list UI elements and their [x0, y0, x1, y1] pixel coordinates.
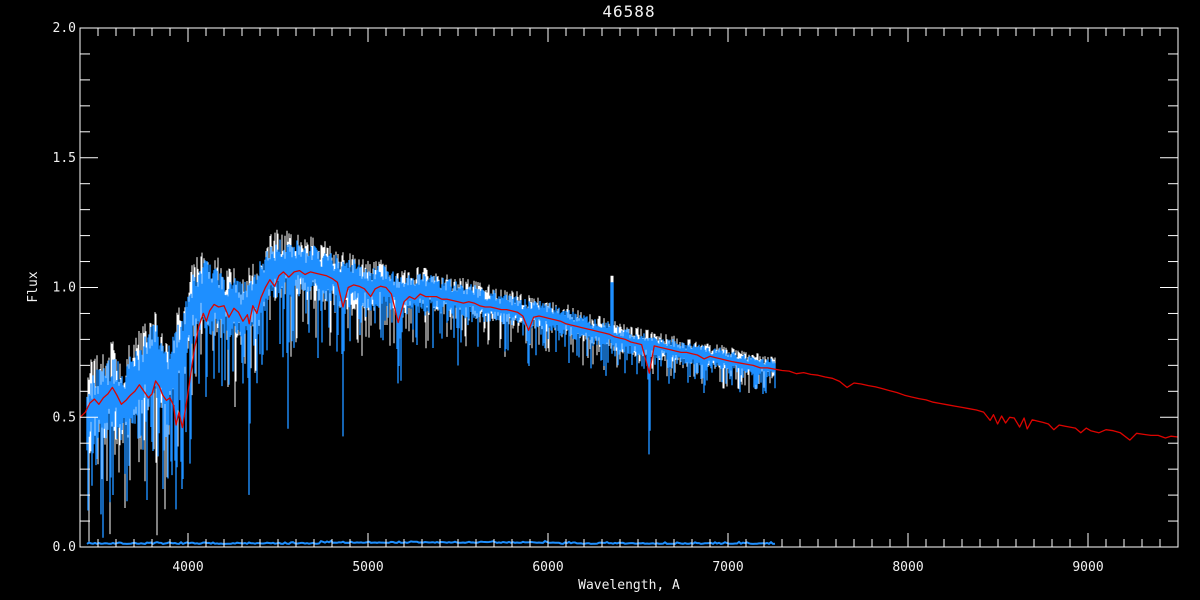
chart-title: 46588: [602, 2, 655, 21]
y-axis-label: Flux: [26, 271, 41, 302]
x-tick-label: 4000: [172, 560, 203, 575]
y-tick-label: 1.5: [53, 151, 76, 166]
plot-background: [0, 0, 1200, 600]
x-axis-label: Wavelength, A: [578, 578, 680, 593]
spectrum-chart: 4000 5000 6000 7000 8000 90000.00.51.01.52.0 …: [0, 0, 1200, 600]
x-tick-label: 8000: [892, 560, 923, 575]
y-tick-label: 1.0: [53, 281, 76, 296]
x-tick-label: 7000: [712, 560, 743, 575]
y-tick-label: 0.5: [53, 410, 76, 425]
plot-window: 4000 5000 6000 7000 8000 9000 0.0 0.5 1.0 1.5 2.0 …: [0, 0, 1200, 600]
x-tick-label: 9000: [1072, 560, 1103, 575]
x-tick-label: 5000: [352, 560, 383, 575]
y-tick-label: 0.0: [53, 540, 76, 555]
x-tick-label: 6000: [532, 560, 563, 575]
y-tick-label: 2.0: [53, 21, 76, 36]
